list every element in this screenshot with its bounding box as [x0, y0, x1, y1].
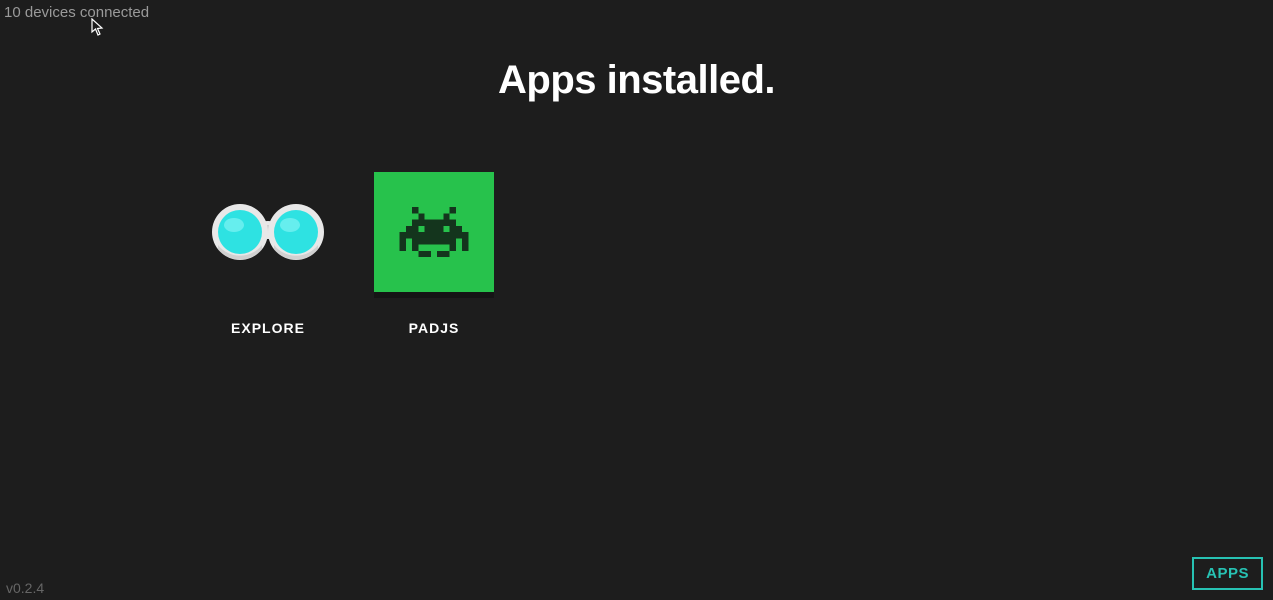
cursor-icon: [91, 18, 105, 41]
version-text: v0.2.4: [6, 580, 44, 596]
app-padjs-label: PADJS: [409, 320, 460, 336]
page-title: Apps installed.: [0, 58, 1273, 103]
apps-button[interactable]: APPS: [1192, 557, 1263, 590]
status-text: 10 devices connected: [4, 4, 149, 21]
app-explore[interactable]: EXPLORE: [208, 172, 328, 336]
app-padjs[interactable]: PADJS: [374, 172, 494, 336]
binoculars-icon: [208, 172, 328, 292]
invader-icon: [374, 172, 494, 292]
app-explore-label: EXPLORE: [231, 320, 305, 336]
app-list: EXPLORE PADJS: [208, 172, 494, 336]
